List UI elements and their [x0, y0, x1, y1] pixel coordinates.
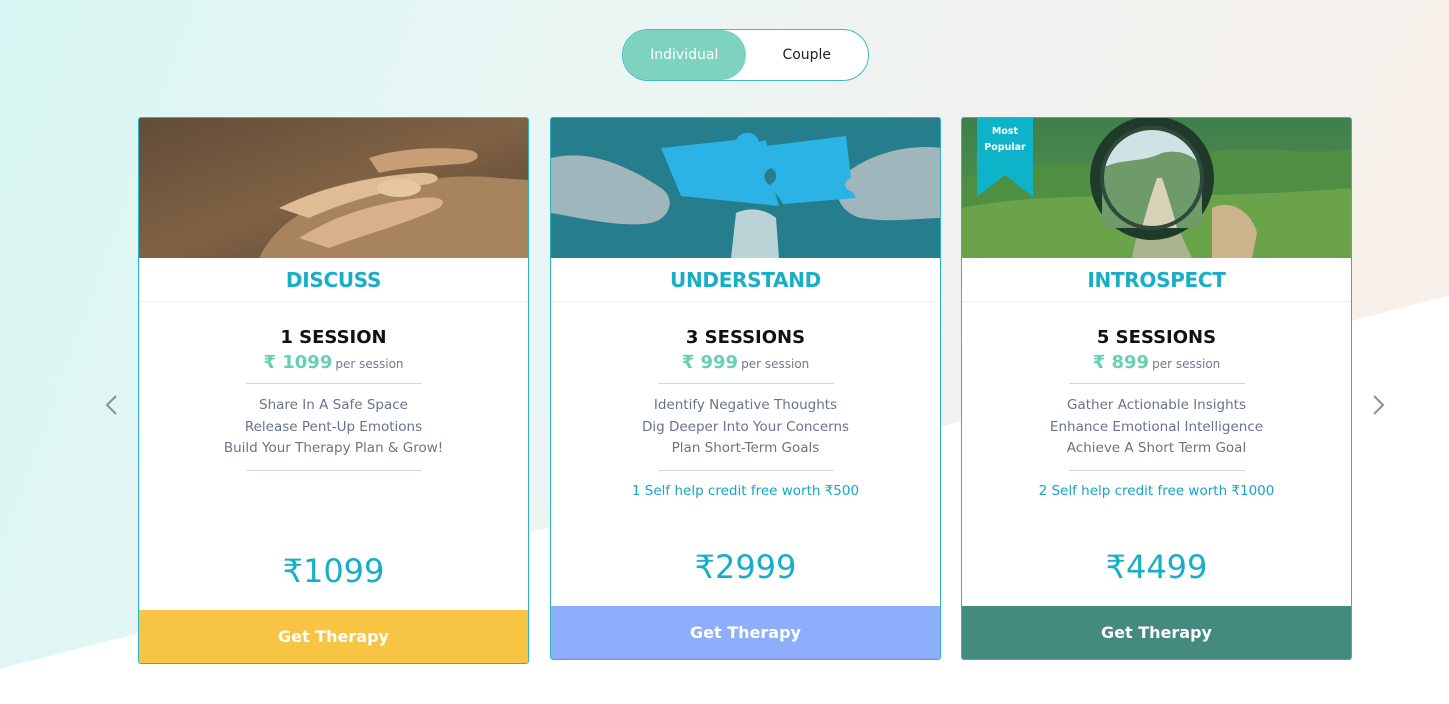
plan-card-understand: UNDERSTAND 3 SESSIONS ₹ 999 per session I… [550, 117, 941, 660]
plan-title: UNDERSTAND [551, 258, 940, 302]
plan-per-session-price: ₹ 1099 per session [139, 352, 528, 373]
plan-features: Share In A Safe Space Release Pent-Up Em… [139, 395, 528, 460]
plan-image-holding-hands [139, 118, 528, 258]
plan-per-session-price: ₹ 999 per session [551, 352, 940, 373]
toggle-individual[interactable]: Individual [623, 30, 746, 80]
plan-total-price: ₹2999 [694, 548, 797, 586]
plan-features: Gather Actionable Insights Enhance Emoti… [962, 395, 1351, 460]
plan-features: Identify Negative Thoughts Dig Deeper In… [551, 395, 940, 460]
plan-per-session-price: ₹ 899 per session [962, 352, 1351, 373]
chevron-left-icon [105, 395, 117, 415]
plan-sessions: 1 SESSION [280, 327, 387, 348]
plan-title: INTROSPECT [962, 258, 1351, 302]
divider [657, 383, 834, 384]
plan-card-introspect: Most Popular INTROSPECT 5 SESSIONS ₹ 899… [961, 117, 1352, 660]
get-therapy-button[interactable]: Get Therapy [962, 606, 1351, 659]
most-popular-badge: Most Popular [977, 124, 1033, 156]
per-session-amount: ₹ 1099 [263, 352, 333, 373]
feature-item: Enhance Emotional Intelligence [1049, 418, 1264, 435]
feature-item: Dig Deeper Into Your Concerns [641, 418, 850, 435]
get-therapy-button[interactable]: Get Therapy [139, 610, 528, 663]
feature-item: Plan Short-Term Goals [671, 440, 820, 456]
plan-card-discuss: DISCUSS 1 SESSION ₹ 1099 per session Shar… [138, 117, 529, 664]
carousel-next-button[interactable] [1363, 390, 1393, 420]
plan-image-lens-landscape: Most Popular [962, 118, 1351, 258]
chevron-right-icon [1373, 395, 1385, 415]
plan-total-price: ₹4499 [1105, 548, 1208, 586]
carousel-prev-button[interactable] [97, 390, 127, 420]
get-therapy-button[interactable]: Get Therapy [551, 606, 940, 659]
divider [1068, 383, 1245, 384]
per-session-label: per session [741, 357, 810, 371]
feature-item: Identify Negative Thoughts [653, 397, 838, 413]
per-session-amount: ₹ 899 [1092, 352, 1150, 373]
divider [245, 469, 422, 471]
divider [1068, 469, 1245, 471]
feature-item: Release Pent-Up Emotions [244, 418, 423, 435]
feature-item: Achieve A Short Term Goal [1066, 440, 1247, 456]
per-session-label: per session [335, 357, 404, 371]
plan-sessions: 3 SESSIONS [685, 327, 806, 348]
plan-type-toggle[interactable]: Individual Couple [622, 29, 869, 81]
badge-line: Most [991, 126, 1019, 137]
feature-item: Gather Actionable Insights [1067, 397, 1246, 413]
per-session-amount: ₹ 999 [681, 352, 739, 373]
per-session-label: per session [1152, 357, 1221, 371]
plan-image-puzzle-pieces [551, 118, 940, 258]
divider [657, 469, 834, 471]
self-help-credit: 1 Self help credit free worth ₹500 [631, 482, 860, 499]
plan-title: DISCUSS [139, 258, 528, 302]
toggle-couple[interactable]: Couple [746, 30, 869, 80]
badge-line: Popular [984, 142, 1026, 153]
plan-total-price: ₹1099 [282, 552, 385, 590]
plan-sessions: 5 SESSIONS [1096, 327, 1217, 348]
feature-item: Build Your Therapy Plan & Grow! [223, 440, 444, 456]
self-help-credit: 2 Self help credit free worth ₹1000 [1038, 482, 1275, 499]
divider [245, 383, 422, 384]
feature-item: Share In A Safe Space [259, 397, 408, 413]
